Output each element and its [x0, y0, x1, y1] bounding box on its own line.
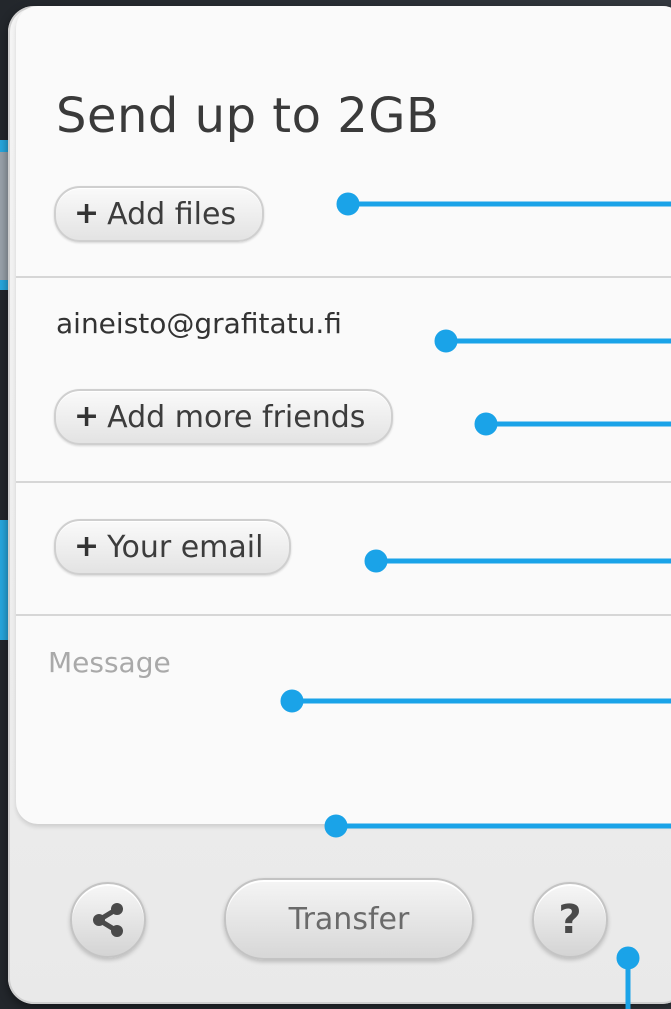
- help-icon: ?: [558, 897, 582, 943]
- add-files-button[interactable]: + Add files: [54, 186, 265, 242]
- help-button[interactable]: ?: [532, 882, 608, 958]
- share-icon: [93, 903, 123, 937]
- add-more-friends-label: Add more friends: [107, 399, 366, 435]
- plus-icon: +: [74, 196, 100, 231]
- your-email-label: Your email: [107, 529, 264, 565]
- screen: Send up to 2GB + Add files aineisto@graf…: [0, 0, 671, 1009]
- section-divider: [16, 481, 671, 483]
- add-more-friends-button[interactable]: + Add more friends: [54, 389, 394, 445]
- section-divider: [16, 276, 671, 278]
- transfer-button[interactable]: Transfer: [224, 878, 474, 960]
- add-files-label: Add files: [107, 196, 237, 232]
- your-email-button[interactable]: + Your email: [54, 519, 292, 575]
- section-divider: [16, 614, 671, 616]
- plus-icon: +: [74, 399, 100, 434]
- plus-icon: +: [74, 529, 100, 564]
- page-title: Send up to 2GB: [56, 88, 440, 144]
- share-button[interactable]: [70, 882, 146, 958]
- transfer-panel: Send up to 2GB + Add files aineisto@graf…: [8, 6, 671, 1004]
- transfer-form: Send up to 2GB + Add files aineisto@graf…: [16, 6, 671, 824]
- message-input[interactable]: [48, 646, 628, 796]
- recipient-email[interactable]: aineisto@grafitatu.fi: [56, 306, 342, 342]
